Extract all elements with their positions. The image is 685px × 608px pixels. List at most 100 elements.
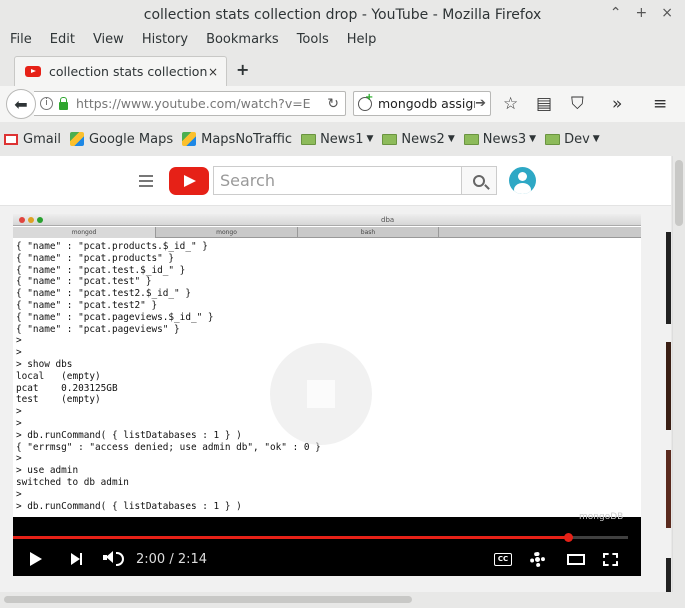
bookmark-google-maps[interactable]: Google Maps bbox=[69, 132, 173, 147]
dropdown-arrow-icon: ▼ bbox=[529, 134, 537, 144]
bookmark-label: News1 bbox=[320, 131, 364, 147]
tab-youtube-video[interactable]: collection stats collection ... × bbox=[14, 56, 227, 86]
bookmark-folder-dev[interactable]: Dev ▼ bbox=[545, 132, 600, 147]
menu-bar: File Edit View History Bookmarks Tools H… bbox=[0, 30, 685, 52]
terminal-line: switched to db admin bbox=[16, 476, 129, 488]
menu-view[interactable]: View bbox=[84, 30, 133, 52]
progress-played bbox=[13, 536, 568, 539]
dropdown-arrow-icon: ▼ bbox=[592, 134, 600, 144]
back-arrow-icon: ⬅ bbox=[14, 94, 28, 114]
progress-bar[interactable] bbox=[13, 533, 628, 542]
tab-strip: collection stats collection ... × + bbox=[0, 52, 685, 86]
bookmark-maps-no-traffic[interactable]: MapsNoTraffic bbox=[182, 132, 292, 147]
vertical-scrollbar-thumb[interactable] bbox=[675, 160, 683, 226]
dropdown-arrow-icon: ▼ bbox=[447, 134, 455, 144]
horizontal-scrollbar[interactable] bbox=[0, 592, 672, 606]
bookmark-gmail[interactable]: Gmail bbox=[4, 132, 61, 147]
close-tab-icon[interactable]: × bbox=[208, 65, 226, 79]
play-icon[interactable] bbox=[30, 552, 42, 566]
terminal-title: dba bbox=[381, 216, 395, 224]
youtube-search-input[interactable]: Search bbox=[213, 166, 462, 195]
search-go-icon[interactable]: ➔ bbox=[475, 96, 490, 111]
reading-list-icon[interactable]: ▤ bbox=[536, 94, 552, 114]
search-bar[interactable]: mongodb assign ➔ bbox=[353, 91, 491, 116]
menu-file[interactable]: File bbox=[0, 30, 41, 52]
navigation-toolbar: i https://www.youtube.com/watch?v=E ↻ ⬅ … bbox=[0, 86, 685, 122]
back-button[interactable]: ⬅ bbox=[6, 89, 36, 119]
window-controls: ⌃ + × bbox=[610, 5, 673, 21]
search-input[interactable]: mongodb assign bbox=[378, 96, 475, 111]
related-video-thumbnail[interactable] bbox=[666, 342, 671, 430]
folder-icon bbox=[301, 133, 317, 145]
terminal-minimize-dot bbox=[28, 217, 34, 223]
terminal-line: > db.runCommand( { listDatabases : 1 } ) bbox=[16, 500, 242, 512]
tab-label: collection stats collection ... bbox=[49, 64, 208, 79]
youtube-logo[interactable] bbox=[169, 167, 209, 195]
related-video-thumbnail[interactable] bbox=[666, 450, 671, 528]
gear-icon[interactable] bbox=[530, 552, 545, 567]
search-icon bbox=[473, 174, 485, 187]
related-video-thumbnail[interactable] bbox=[666, 232, 671, 324]
terminal-titlebar: dba bbox=[13, 214, 641, 226]
menu-history[interactable]: History bbox=[133, 30, 197, 52]
menu-bookmarks[interactable]: Bookmarks bbox=[197, 30, 288, 52]
player-controls: 2:00 / 2:14 CC bbox=[13, 544, 641, 576]
bookmark-label: Dev bbox=[564, 131, 590, 147]
dropdown-arrow-icon: ▼ bbox=[366, 134, 374, 144]
bookmark-label: News3 bbox=[482, 131, 527, 147]
guide-menu-icon[interactable] bbox=[139, 175, 153, 190]
terminal-line: { "name" : "pcat.test.$_id_" } bbox=[16, 264, 186, 276]
theater-mode-icon[interactable] bbox=[567, 554, 585, 565]
terminal-tab-bash: bash bbox=[298, 227, 439, 238]
time-display: 2:00 / 2:14 bbox=[136, 552, 208, 567]
fullscreen-icon[interactable] bbox=[603, 553, 618, 566]
url-text[interactable]: https://www.youtube.com/watch?v=E bbox=[76, 96, 327, 111]
bookmark-folder-news3[interactable]: News3 ▼ bbox=[463, 131, 537, 147]
menu-help[interactable]: Help bbox=[338, 30, 386, 52]
horizontal-scrollbar-thumb[interactable] bbox=[4, 596, 412, 603]
video-player[interactable]: dba mongod mongo bash { "name" : "pcat.p… bbox=[13, 214, 641, 576]
bookmark-folder-news2[interactable]: News2 ▼ bbox=[382, 131, 455, 147]
related-video-thumbnail[interactable] bbox=[666, 558, 671, 592]
bookmark-star-icon[interactable]: ☆ bbox=[503, 94, 518, 114]
maximize-button[interactable]: + bbox=[636, 5, 648, 21]
terminal-tab-mongo: mongo bbox=[156, 227, 298, 238]
minimize-button[interactable]: ⌃ bbox=[610, 5, 622, 21]
overflow-chevron-icon[interactable]: » bbox=[612, 94, 622, 114]
youtube-search-button[interactable] bbox=[461, 166, 497, 195]
vertical-scrollbar[interactable] bbox=[672, 156, 684, 592]
youtube-header: Search bbox=[0, 156, 671, 206]
terminal-line: { "name" : "pcat.products.$_id_" } bbox=[16, 241, 208, 252]
menu-edit[interactable]: Edit bbox=[41, 30, 84, 52]
terminal-line: { "name" : "pcat.test" } bbox=[16, 276, 152, 288]
terminal-tabs: mongod mongo bash bbox=[13, 227, 641, 238]
terminal-tab-mongod: mongod bbox=[13, 227, 156, 238]
avatar[interactable] bbox=[509, 167, 536, 194]
loading-spinner bbox=[270, 343, 372, 445]
terminal-close-dot bbox=[19, 217, 25, 223]
maps-icon bbox=[69, 132, 84, 146]
terminal-line: { "name" : "pcat.test2" } bbox=[16, 299, 158, 311]
captions-icon[interactable]: CC bbox=[494, 553, 512, 566]
menu-tools[interactable]: Tools bbox=[288, 30, 338, 52]
close-window-button[interactable]: × bbox=[661, 5, 673, 21]
pocket-icon[interactable]: ⛉ bbox=[571, 94, 584, 114]
new-tab-button[interactable]: + bbox=[236, 60, 249, 79]
url-bar[interactable]: i https://www.youtube.com/watch?v=E ↻ bbox=[34, 91, 346, 116]
gmail-icon bbox=[4, 133, 18, 145]
bookmark-label: Gmail bbox=[23, 131, 61, 147]
terminal-line: { "name" : "pcat.pageviews.$_id_" } bbox=[16, 311, 214, 323]
next-icon[interactable] bbox=[71, 553, 82, 565]
site-info-icon[interactable]: i bbox=[40, 97, 53, 110]
hamburger-menu-icon[interactable]: ≡ bbox=[653, 94, 667, 114]
terminal-zoom-dot bbox=[37, 217, 43, 223]
volume-icon[interactable] bbox=[103, 551, 113, 563]
reload-icon[interactable]: ↻ bbox=[327, 96, 345, 112]
bookmark-folder-news1[interactable]: News1 ▼ bbox=[301, 132, 373, 147]
page-content: Search dba mongod mongo bash { "name" : … bbox=[0, 156, 671, 592]
search-engine-icon[interactable] bbox=[358, 92, 373, 111]
scrubber-handle[interactable] bbox=[564, 533, 573, 542]
bookmarks-toolbar: Gmail Google Maps MapsNoTraffic News1 ▼ … bbox=[0, 126, 685, 152]
bookmark-label: News2 bbox=[401, 131, 445, 147]
window-title: collection stats collection drop - YouTu… bbox=[143, 7, 542, 23]
